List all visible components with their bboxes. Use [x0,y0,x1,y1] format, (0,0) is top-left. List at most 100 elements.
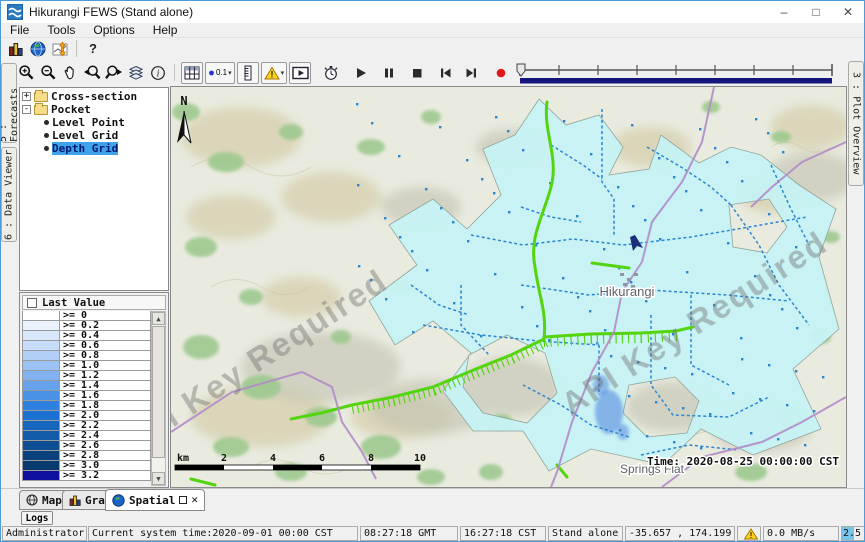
menu-options[interactable]: Options [84,23,143,37]
sidebar-tab-plot-overview[interactable]: 3 : Plot Overview [848,61,864,186]
globe-icon [112,494,125,507]
chevron-down-icon: ▾ [281,69,285,77]
stop-icon[interactable] [406,62,428,84]
map-canvas[interactable]: API Key Required API Key Required Hikura… [171,87,846,487]
menu-tools[interactable]: Tools [38,23,84,37]
zoom-out-icon[interactable] [37,62,59,84]
timeline-track[interactable] [516,61,836,85]
animation-icon[interactable] [289,62,311,84]
status-gmt-time: 08:27:18 GMT [360,526,458,541]
globe-icon[interactable] [27,38,49,60]
tree-item-level-grid[interactable]: Level Grid [22,129,168,142]
legend-color-swatch [23,351,60,360]
map-viewport[interactable]: API Key Required API Key Required Hikura… [170,86,847,488]
bullet-icon [44,120,49,125]
legend-scrollbar[interactable]: ▲ ▼ [151,311,166,486]
legend-label: >= 1.6 [60,391,150,400]
svg-text:i: i [157,68,160,79]
bar-chart-icon [69,494,81,506]
ruler-icon[interactable] [237,62,259,84]
minimize-button[interactable]: – [768,1,800,23]
legend-color-swatch [23,411,60,420]
toolbar-separator [174,64,175,81]
legend-row[interactable]: >= 3.2 [22,470,151,481]
svg-text:6: 6 [319,453,325,464]
bullet-icon [44,146,49,151]
tab-spatial[interactable]: Spatial ✕ [105,489,205,511]
place-label-town: Hikurangi [600,284,655,299]
svg-text:10: 10 [414,453,426,464]
bar-chart-icon[interactable] [5,38,27,60]
sidebar-tab-forecasts[interactable]: 5 : Forecasts [1,63,17,143]
pause-icon[interactable] [378,62,400,84]
legend-label: >= 0.2 [60,321,150,330]
float-tab-icon[interactable] [179,496,187,504]
timeline-slider[interactable]: 2020-08-25 00:00:00 CST [512,59,864,86]
legend-color-swatch [23,431,60,440]
play-icon[interactable] [350,62,372,84]
help-icon[interactable]: ? [82,38,104,60]
legend-color-swatch [23,471,60,480]
chart-arrow-icon[interactable] [49,38,71,60]
svg-text:!: ! [748,531,753,540]
app-logo-icon [7,4,23,20]
legend-color-scale: >= 0>= 0.2>= 0.4>= 0.6>= 0.8>= 1.0>= 1.2… [22,311,151,486]
last-value-checkbox[interactable] [27,298,37,308]
timer-icon[interactable] [320,62,342,84]
title-bar: Hikurangi FEWS (Stand alone) – □ ✕ [1,1,864,23]
legend-color-swatch [23,361,60,370]
legend-color-swatch [23,341,60,350]
scrollbar-thumb[interactable] [152,326,165,458]
map-toolbar: i 0.1 ▾ ! ▾ [1,59,864,86]
menu-bar: File Tools Options Help [1,23,864,38]
scroll-up-icon[interactable]: ▲ [152,312,165,325]
tree-item-cross-section[interactable]: + Cross-section [22,90,168,103]
status-bar: Administrator Current system time:2020-0… [1,526,864,542]
legend-label: >= 3.2 [60,471,150,480]
logs-button[interactable]: Logs [21,511,53,525]
legend-label: >= 0 [60,311,150,320]
layers-icon[interactable] [125,62,147,84]
status-warning[interactable]: ! [737,526,761,541]
status-coordinates: -35.657 , 174.199 [625,526,735,541]
svg-text:4: 4 [270,453,276,464]
legend-label: >= 2.4 [60,431,150,440]
legend-color-swatch [23,381,60,390]
pan-icon[interactable] [59,62,81,84]
legend-label: >= 3.0 [60,461,150,470]
expander-icon[interactable]: - [22,105,31,114]
expander-icon[interactable]: + [22,92,31,101]
menu-help[interactable]: Help [144,23,187,37]
tree-item-depth-grid[interactable]: Depth Grid [22,142,168,155]
skip-start-icon[interactable] [434,62,456,84]
skip-end-icon[interactable] [460,62,482,84]
zoom-next-icon[interactable] [103,62,125,84]
status-memory: 2.5 GB [841,526,865,541]
legend-label: >= 1.8 [60,401,150,410]
interval-dropdown[interactable]: 0.1 ▾ [205,62,235,84]
legend-color-swatch [23,401,60,410]
info-icon[interactable]: i [147,62,169,84]
maximize-button[interactable]: □ [800,1,832,23]
legend-color-swatch [23,421,60,430]
sidebar-tab-data-viewer[interactable]: 6 : Data Viewer [1,147,17,242]
record-icon[interactable] [490,62,512,84]
legend-color-swatch [23,321,60,330]
grid-icon[interactable] [181,62,203,84]
close-tab-icon[interactable]: ✕ [191,496,198,504]
bottom-tab-bar: Map Graph Spatial ✕ [1,488,864,511]
zoom-previous-icon[interactable] [81,62,103,84]
toolbar-separator [76,40,77,57]
svg-text:2: 2 [221,453,227,464]
legend-label: >= 1.0 [60,361,150,370]
logs-row: Logs [1,511,864,526]
menu-file[interactable]: File [1,23,38,37]
tree-item-pocket[interactable]: - Pocket [22,103,168,116]
legend-label: >= 0.8 [60,351,150,360]
legend-label: >= 0.6 [60,341,150,350]
legend-label: >= 0.4 [60,331,150,340]
tree-item-level-point[interactable]: Level Point [22,116,168,129]
close-button[interactable]: ✕ [832,1,864,23]
scroll-down-icon[interactable]: ▼ [152,472,165,485]
warning-dropdown[interactable]: ! ▾ [261,62,288,84]
